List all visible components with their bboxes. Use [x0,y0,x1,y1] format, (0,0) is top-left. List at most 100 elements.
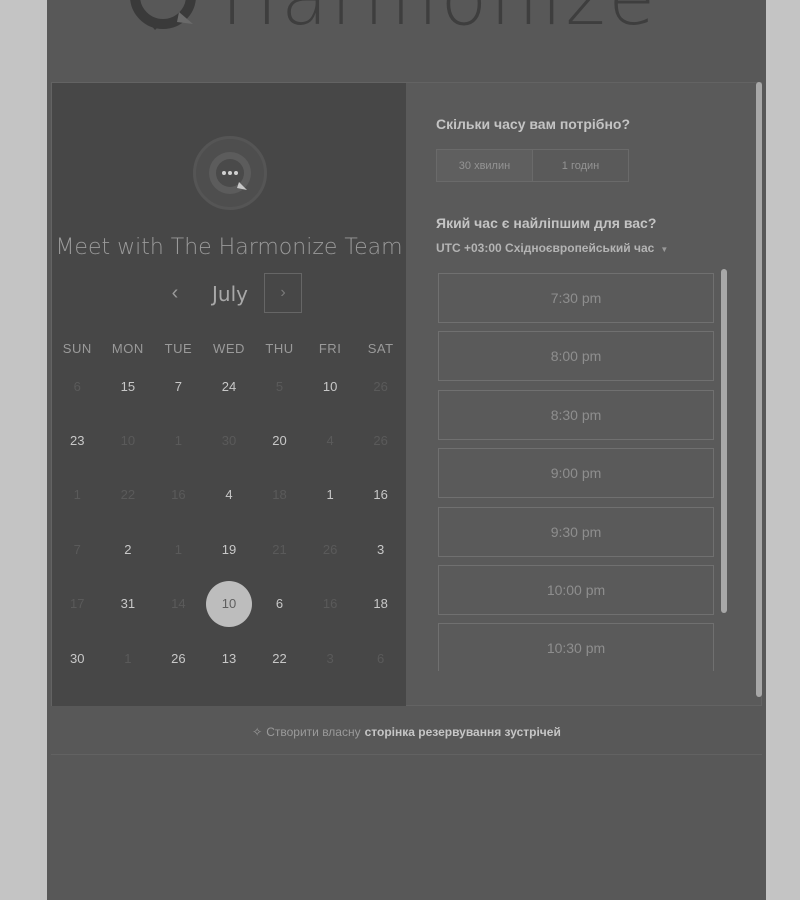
weekday-label: WED [213,341,245,356]
duration-30-min-button[interactable]: 30 хвилин [437,150,533,181]
month-label: July [212,282,248,306]
calendar-day: 3 [305,631,356,685]
calendar-day: 26 [305,522,356,576]
calendar-day-selected[interactable]: 10 [204,577,255,631]
calendar-day[interactable]: 31 [103,577,154,631]
calendar-day: 5 [254,359,305,413]
calendar-day-label: 17 [70,596,85,612]
weekday-label: THU [265,341,294,356]
timezone-selector[interactable]: UTC +03:00 Східноєвропейський час ▼ [436,241,668,255]
calendar-day[interactable]: 4 [204,468,255,522]
time-slot-button[interactable]: 9:30 pm [438,506,714,557]
create-booking-page-link[interactable]: сторінка резервування зустрічей [365,725,561,739]
calendar-day: 1 [103,631,154,685]
time-slot-button[interactable]: 8:30 pm [438,389,714,440]
calendar-day: 14 [153,577,204,631]
time-slot-list: 7:30 pm 8:00 pm 8:30 pm 9:00 pm 9:30 pm … [438,273,716,671]
calendar-day-label: 22 [272,650,287,666]
calendar-day-label: 18 [272,487,287,503]
calendar-day: 10 [103,413,154,467]
calendar-day-label: 4 [326,433,334,449]
calendar-day[interactable]: 23 [52,413,103,467]
calendar-day-label: 20 [272,433,287,449]
calendar-day-label: 24 [221,378,237,394]
calendar-panel: Meet with The Harmonize Team ‹ July › SU… [52,83,406,706]
calendar-day: 26 [355,413,406,467]
calendar-day: 6 [52,359,103,413]
calendar-day[interactable]: 19 [204,522,255,576]
weekday-label: TUE [164,341,193,356]
calendar-day-label: 5 [275,378,284,394]
calendar-day[interactable]: 10 [305,359,356,413]
calendar-day-label: 10 [120,433,136,449]
weekday-label: FRI [318,341,342,356]
calendar-day: 6 [355,631,406,685]
weekday-label: SAT [367,341,394,356]
duration-toggle: 30 хвилин 1 годин [436,149,629,182]
calendar-day[interactable]: 24 [204,359,255,413]
calendar-day[interactable]: 16 [355,468,406,522]
chat-bubble-avatar-icon [193,136,267,210]
calendar-day: 7 [52,522,103,576]
calendar-day[interactable]: 20 [254,413,305,467]
time-heading: Який час є найліпшим для вас? [436,215,657,231]
calendar-day-label: 30 [70,650,85,666]
calendar-day[interactable]: 1 [305,468,356,522]
calendar-day: 22 [103,468,154,522]
calendar-day-label: 6 [377,650,385,666]
calendar-day-label: 31 [120,596,136,612]
calendar-day-label: 3 [377,541,385,557]
calendar-day[interactable]: 26 [153,631,204,685]
calendar-day-label: 26 [373,378,388,394]
calendar-day-label: 30 [221,433,237,449]
chat-bubble-logo-icon [127,0,199,34]
calendar-day-label: 21 [272,541,287,557]
calendar-day-label: 2 [124,541,132,557]
weekday-label: MON [111,341,144,356]
calendar-day[interactable]: 13 [204,631,255,685]
team-title: Meet with The Harmonize Team [55,235,403,260]
calendar-day[interactable]: 3 [355,522,406,576]
time-slot-button[interactable]: 10:00 pm [438,564,714,615]
footer: ✧ Створити власну сторінка резервування … [51,710,762,755]
calendar-day-label: 26 [322,541,338,557]
calendar-day-label: 1 [124,650,132,666]
calendar-day-label: 6 [275,596,284,612]
calendar-day-label: 16 [373,487,388,503]
calendar-day-label: 22 [120,487,136,503]
calendar-day-label: 6 [73,378,81,394]
footer-text: Створити власну [266,725,361,739]
duration-1-hour-button[interactable]: 1 годин [533,150,628,181]
page: Harmonize Meet with The Harmonize Team ‹ [47,0,766,900]
calendar-day: 16 [305,577,356,631]
calendar-day: 30 [204,413,255,467]
prev-month-button[interactable]: ‹ [160,273,190,315]
calendar-day-label: 10 [322,378,338,394]
calendar-day[interactable]: 2 [103,522,154,576]
time-slot-button[interactable]: 8:00 pm [438,331,714,382]
caret-down-icon: ▼ [660,245,669,254]
calendar-day-label: 23 [70,433,85,449]
calendar-day: 1 [153,413,204,467]
weekday-label: SUN [62,341,92,356]
time-slot-button[interactable]: 7:30 pm [438,273,714,323]
calendar-day[interactable]: 22 [254,631,305,685]
duration-heading: Скільки часу вам потрібно? [436,116,631,132]
calendar-day[interactable]: 15 [103,359,154,413]
brand-name: Harmonize [221,0,658,36]
calendar-day[interactable]: 7 [153,359,204,413]
sparkle-icon: ✧ [252,725,263,739]
time-slot-scrollbar[interactable] [721,269,727,613]
calendar-day-label: 14 [171,596,186,612]
time-selection-panel: Скільки часу вам потрібно? 30 хвилин 1 г… [406,83,763,706]
card-scrollbar[interactable] [756,82,762,697]
calendar-day[interactable]: 6 [254,577,305,631]
calendar-day-label: 7 [73,541,81,557]
time-slot-button[interactable]: 10:30 pm [438,623,714,671]
calendar-day-label: 1 [174,433,183,449]
time-slot-button[interactable]: 9:00 pm [438,448,714,499]
calendar-day-label: 3 [326,650,334,666]
calendar-day[interactable]: 30 [52,631,103,685]
next-month-button[interactable]: › [264,273,302,313]
calendar-day[interactable]: 18 [355,577,406,631]
